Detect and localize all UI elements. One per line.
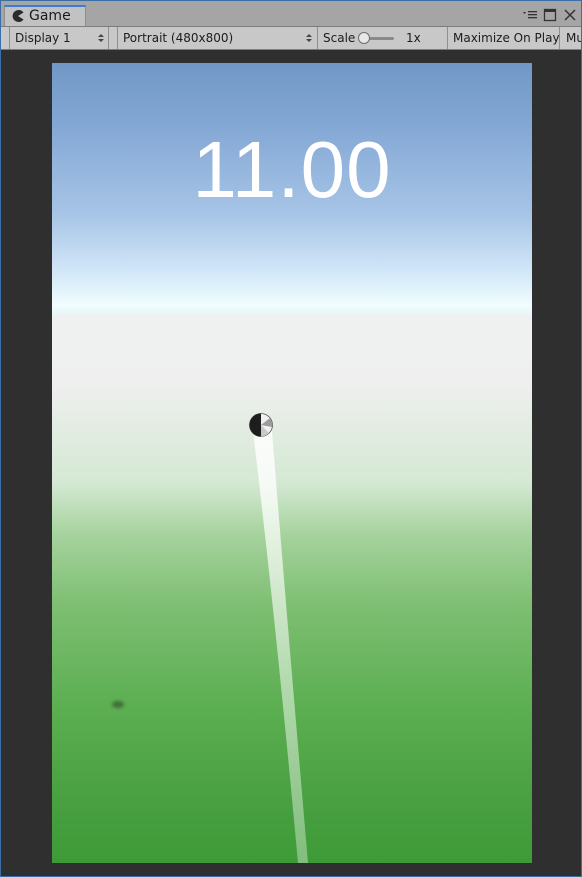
maximize-on-play-label: Maximize On Play (453, 31, 560, 45)
tab-game[interactable]: Game (4, 5, 86, 26)
display-dropdown-label: Display 1 (15, 31, 71, 45)
scale-slider-thumb[interactable] (358, 32, 370, 44)
game-window: Game Display 1 Portrait (480x800) Scale … (0, 0, 582, 877)
aspect-dropdown-label: Portrait (480x800) (123, 31, 234, 45)
tab-strip: Game (1, 1, 581, 27)
dropdown-arrows-icon (306, 34, 312, 42)
scale-label: Scale (323, 31, 356, 45)
close-icon[interactable] (563, 7, 577, 21)
pacman-game-icon (12, 10, 24, 22)
ball (249, 413, 273, 437)
game-toolbar: Display 1 Portrait (480x800) Scale 1x Ma… (1, 27, 581, 50)
dropdown-arrows-icon (98, 34, 104, 42)
maximize-on-play-toggle[interactable]: Maximize On Play (448, 27, 560, 49)
maximize-icon[interactable] (543, 7, 557, 22)
mute-audio-toggle[interactable]: Mu (560, 27, 581, 49)
aspect-dropdown[interactable]: Portrait (480x800) (117, 27, 318, 49)
mute-audio-label: Mu (566, 31, 581, 45)
tab-game-label: Game (29, 8, 71, 24)
scale-value: 1x (406, 31, 421, 45)
scale-control: Scale 1x (318, 27, 448, 49)
game-viewport[interactable]: 11.00 (52, 63, 532, 863)
window-controls (523, 5, 577, 23)
menu-icon[interactable] (523, 7, 537, 21)
ball-trail (253, 431, 308, 863)
ground-shadow (112, 701, 124, 708)
display-dropdown[interactable]: Display 1 (9, 27, 109, 49)
